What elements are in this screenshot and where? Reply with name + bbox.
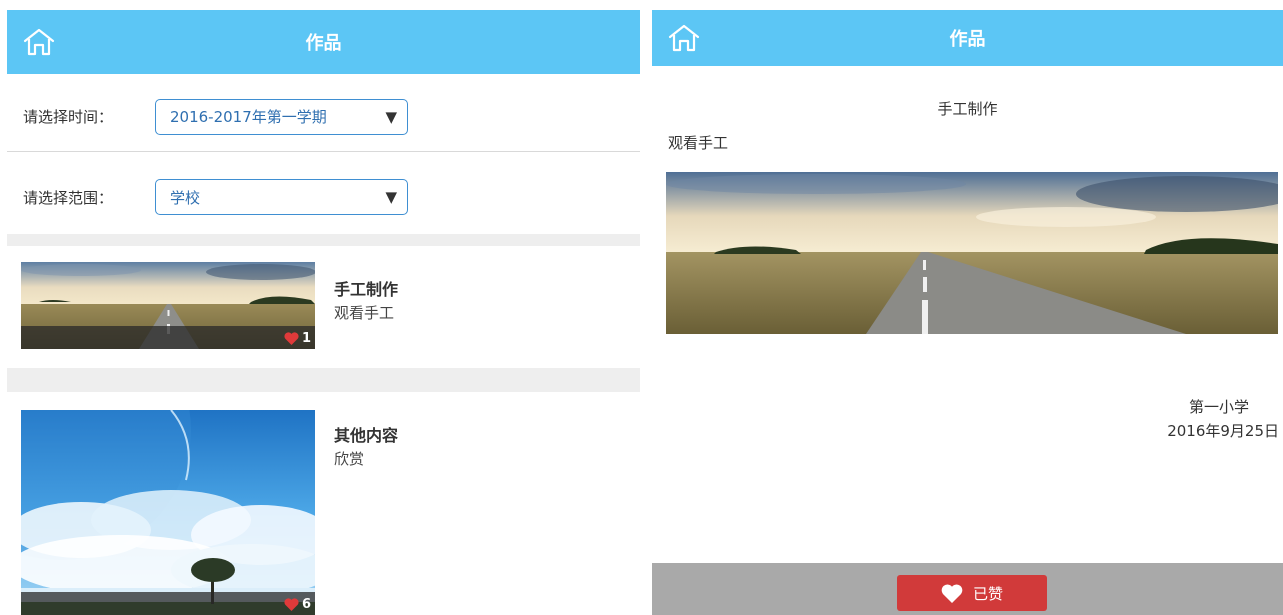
item-thumbnail: 1 <box>21 262 315 349</box>
dropdown-arrow-icon: ▼ <box>385 107 397 126</box>
footer-bar: 已赞 <box>652 563 1283 615</box>
time-select[interactable]: 2016-2017年第一学期 ▼ <box>155 98 408 135</box>
like-count: 1 <box>301 331 311 346</box>
home-icon <box>668 24 700 52</box>
time-select-value: 2016-2017年第一学期 <box>170 108 327 126</box>
work-detail-screen: 作品 手工制作 观看手工 第一小学 2016年9月25日 已赞 <box>652 10 1283 615</box>
divider <box>7 234 640 246</box>
list-item[interactable]: 6 其他内容 欣赏 <box>7 392 640 615</box>
liked-label: 已赞 <box>972 584 1003 603</box>
header-bar: 作品 <box>7 10 640 74</box>
dropdown-arrow-icon: ▼ <box>385 188 397 206</box>
item-thumbnail: 6 <box>21 410 315 615</box>
home-button[interactable] <box>666 21 702 55</box>
liked-button[interactable]: 已赞 <box>897 575 1047 611</box>
scope-filter-row: 请选择范围： 学校 ▼ <box>7 162 640 232</box>
heart-icon <box>941 584 963 603</box>
detail-description: 观看手工 <box>668 134 729 152</box>
road-landscape-image <box>666 172 1278 334</box>
like-strip <box>21 326 315 349</box>
header-bar: 作品 <box>652 10 1283 66</box>
item-title: 其他内容 <box>334 426 399 445</box>
scope-select[interactable]: 学校 ▼ <box>155 179 408 215</box>
time-filter-label: 请选择时间： <box>23 108 114 126</box>
works-list-screen: 作品 请选择时间： 2016-2017年第一学期 ▼ 请选择范围： 学校 ▼ 1… <box>7 10 640 615</box>
sky-clouds-tree-image <box>21 410 315 615</box>
divider <box>7 368 640 392</box>
like-count: 6 <box>301 597 311 612</box>
like-count-badge: 1 <box>284 331 311 346</box>
page-title: 作品 <box>305 33 342 54</box>
publish-date: 2016年9月25日 <box>1167 422 1279 440</box>
item-subtitle: 观看手工 <box>334 304 395 322</box>
like-strip <box>21 592 315 615</box>
detail-image <box>666 172 1278 334</box>
like-count-badge: 6 <box>284 597 311 612</box>
list-item[interactable]: 1 手工制作 观看手工 <box>7 246 640 366</box>
detail-title: 手工制作 <box>937 100 998 118</box>
heart-icon <box>284 332 299 345</box>
heart-icon <box>284 598 299 611</box>
item-subtitle: 欣赏 <box>334 450 365 468</box>
home-button[interactable] <box>21 25 57 59</box>
time-filter-row: 请选择时间： 2016-2017年第一学期 ▼ <box>7 82 640 152</box>
page-title: 作品 <box>949 29 986 50</box>
scope-filter-label: 请选择范围： <box>23 188 114 207</box>
item-title: 手工制作 <box>334 280 399 299</box>
scope-select-value: 学校 <box>170 188 201 207</box>
home-icon <box>23 28 55 56</box>
school-name: 第一小学 <box>1188 398 1249 416</box>
